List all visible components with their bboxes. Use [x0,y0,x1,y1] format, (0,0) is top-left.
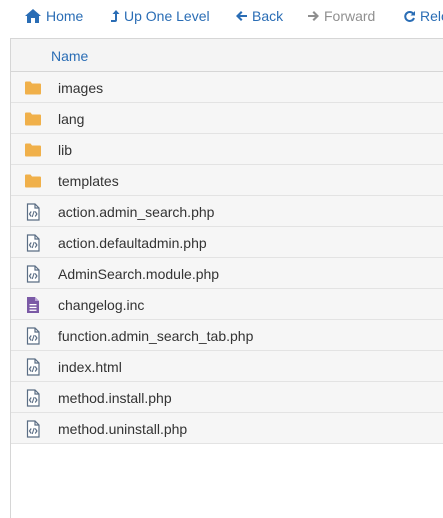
file-name: function.admin_search_tab.php [58,328,254,344]
file-name: lang [58,111,85,127]
file-name: images [58,80,104,96]
arrow-right-icon [308,11,319,21]
file-row[interactable]: templates [11,165,443,196]
file-name: action.admin_search.php [58,204,215,220]
file-list: images lang lib templates action.admin_searc… [11,72,443,444]
home-icon [25,9,41,23]
forward-label: Forward [324,8,376,24]
file-row[interactable]: changelog.inc [11,289,443,320]
back-label: Back [252,8,284,24]
forward-button[interactable]: Forward [307,7,375,25]
code-file-icon [24,234,42,252]
refresh-icon [404,10,415,22]
file-row[interactable]: method.install.php [11,382,443,413]
up-one-level-button[interactable]: Up One Level [110,7,210,25]
file-row[interactable]: function.admin_search_tab.php [11,320,443,351]
file-row[interactable]: method.uninstall.php [11,413,443,444]
file-name: lib [58,142,73,158]
name-column-header[interactable]: Name [51,48,88,64]
code-file-icon [24,358,42,376]
file-name: index.html [58,359,122,375]
folder-icon [24,141,42,159]
file-row[interactable]: index.html [11,351,443,382]
file-list-header: Name [11,39,443,72]
up-one-level-label: Up One Level [124,8,210,24]
folder-icon [24,110,42,128]
file-row[interactable]: action.admin_search.php [11,196,443,227]
code-file-icon [24,327,42,345]
code-file-icon [24,265,42,283]
file-name: method.uninstall.php [58,421,188,437]
file-row[interactable]: lib [11,134,443,165]
reload-label: Relo [420,8,443,24]
folder-icon [24,79,42,97]
code-file-icon [24,420,42,438]
file-name: AdminSearch.module.php [58,266,220,282]
level-up-icon [111,10,120,22]
home-label: Home [46,8,84,24]
code-file-icon [24,203,42,221]
file-name: action.defaultadmin.php [58,235,207,251]
folder-icon [24,172,42,190]
file-row[interactable]: action.defaultadmin.php [11,227,443,258]
text-file-icon [24,296,42,314]
code-file-icon [24,389,42,407]
reload-button[interactable]: Relo [403,7,443,25]
file-list-panel: Name images lang lib templates action.admin_… [10,38,443,518]
home-button[interactable]: Home [24,7,83,25]
toolbar: Home Up One Level Back Forward Relo [0,0,443,32]
file-row[interactable]: images [11,72,443,103]
file-name: changelog.inc [58,297,145,313]
file-row[interactable]: lang [11,103,443,134]
file-row[interactable]: AdminSearch.module.php [11,258,443,289]
back-button[interactable]: Back [235,7,283,25]
arrow-left-icon [236,11,247,21]
file-name: method.install.php [58,390,172,406]
file-name: templates [58,173,119,189]
